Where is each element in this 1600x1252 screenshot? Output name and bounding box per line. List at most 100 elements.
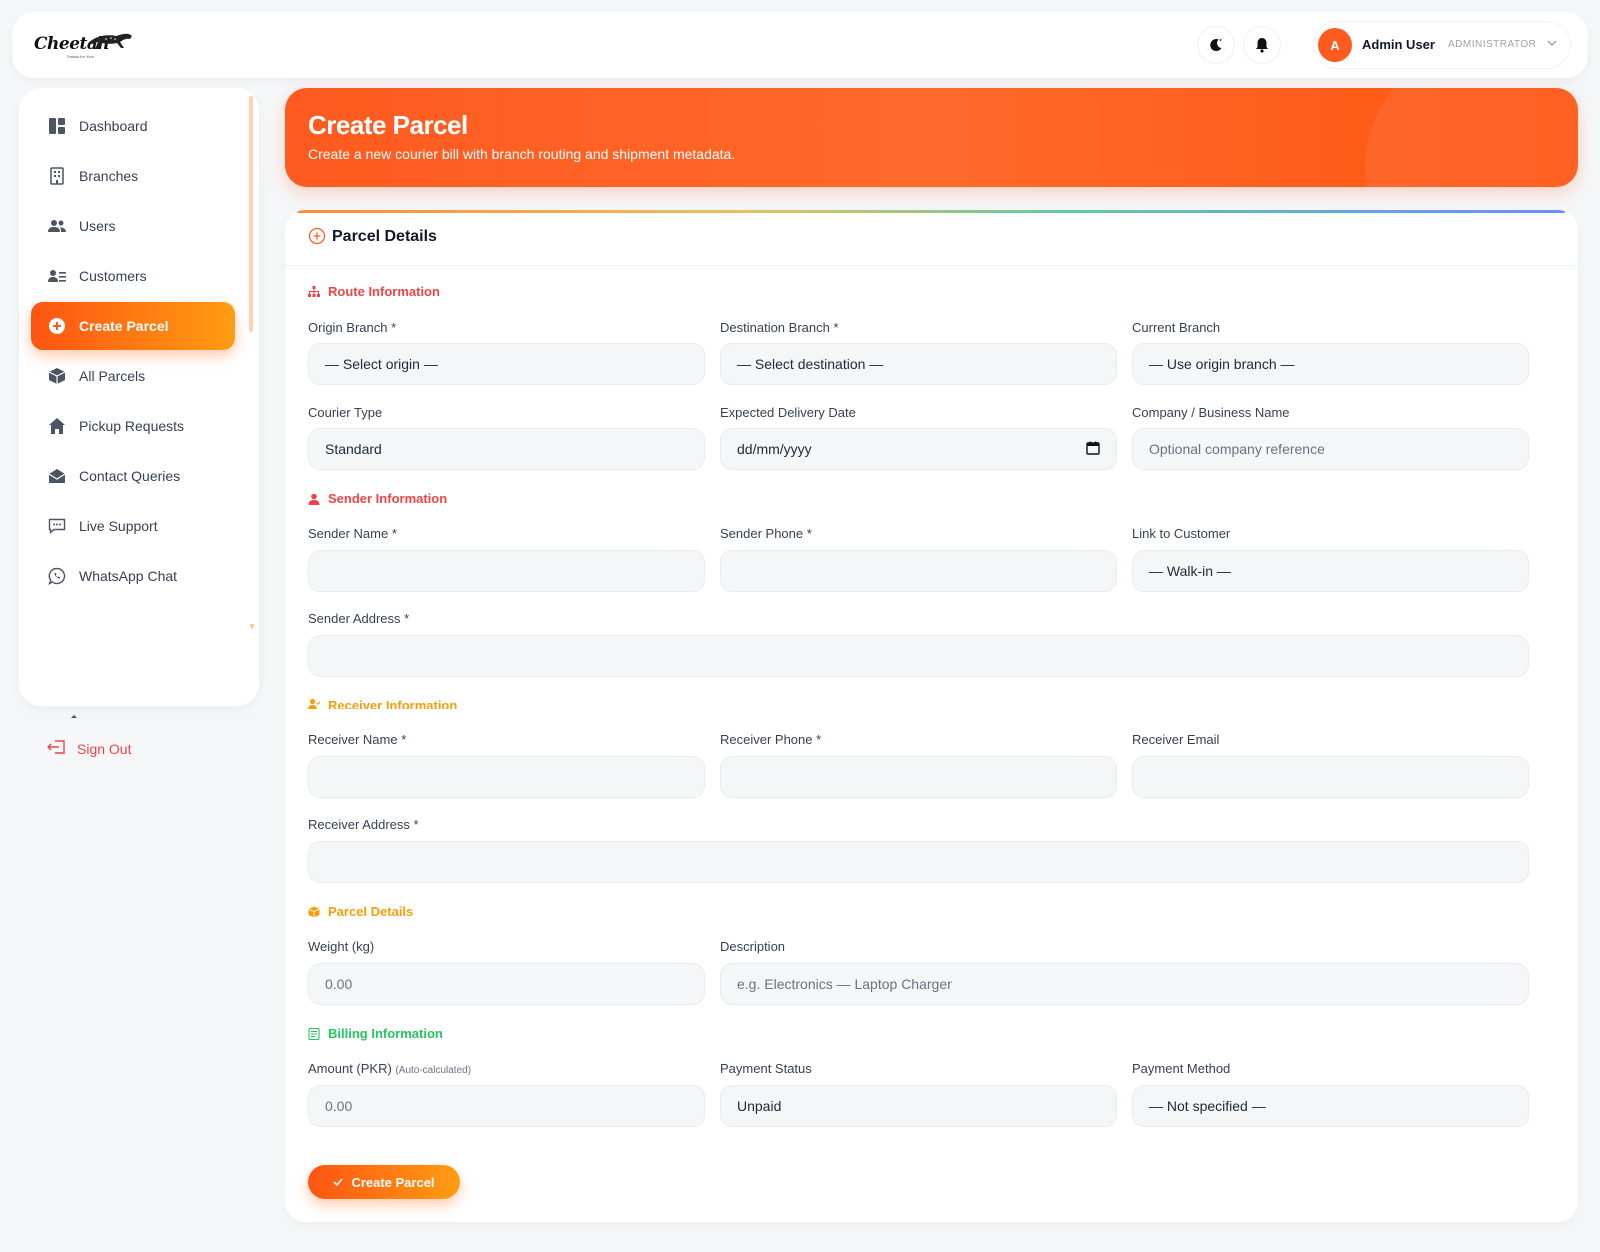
courier-type-select[interactable]: Standard <box>308 428 705 470</box>
section-title: Parcel Details <box>328 904 414 919</box>
sidebar-item-label: Pickup Requests <box>79 418 185 434</box>
sidebar-item-label: Branches <box>79 168 139 184</box>
payment-method-label: Payment Method <box>1132 1061 1231 1076</box>
sidebar-item-label: Contact Queries <box>79 468 181 484</box>
sidebar-item-dashboard[interactable]: Dashboard <box>31 104 235 148</box>
scroll-down-arrow-icon[interactable]: ▼ <box>248 622 256 631</box>
section-title: Receiver Information <box>328 698 458 709</box>
amount-input[interactable]: 0.00 <box>308 1085 705 1127</box>
user-name: Admin User <box>1362 37 1435 52</box>
description-input[interactable]: e.g. Electronics — Laptop Charger <box>720 963 1529 1005</box>
page-header-banner: Create Parcel Create a new courier bill … <box>285 88 1578 187</box>
receiver-phone-input[interactable] <box>720 756 1117 798</box>
sidebar-scrollbar[interactable] <box>249 96 253 332</box>
card-accent-line <box>297 210 1565 213</box>
receiver-name-input[interactable] <box>308 756 705 798</box>
page-title: Create Parcel <box>308 110 468 140</box>
box-icon <box>47 366 67 386</box>
user-role: ADMINISTRATOR <box>1448 39 1537 50</box>
logo-tagline: Thanks for Your <box>66 54 95 59</box>
company-name-input[interactable]: Optional company reference <box>1132 428 1529 470</box>
app-logo[interactable]: Cheetah Thanks for Your <box>34 28 134 64</box>
sidebar-item-branches[interactable]: Branches <box>31 154 235 198</box>
card-header: Parcel Details <box>285 210 1578 266</box>
bell-icon <box>1256 38 1268 53</box>
home-icon <box>47 416 67 436</box>
payment-status-label: Payment Status <box>720 1061 812 1076</box>
sidebar-item-label: Live Support <box>79 518 158 534</box>
sidebar-item-label: Users <box>79 218 116 234</box>
sidebar-item-label: All Parcels <box>79 368 146 384</box>
create-parcel-button-label: Create Parcel <box>351 1174 435 1190</box>
section-route-information: Route Information <box>308 284 440 299</box>
receiver-phone-label: Receiver Phone * <box>720 732 822 747</box>
sidebar-item-live-support[interactable]: Live Support <box>31 504 235 548</box>
amount-label: Amount (PKR) (Auto-calculated) <box>308 1061 471 1076</box>
sidebar-item-whatsapp-chat[interactable]: WhatsApp Chat <box>31 554 235 598</box>
section-sender-information: Sender Information <box>308 491 447 506</box>
chevron-down-icon <box>1547 40 1557 46</box>
user-check-icon <box>308 698 320 709</box>
origin-branch-label: Origin Branch * <box>308 320 397 335</box>
receiver-address-input[interactable] <box>308 841 1529 883</box>
courier-type-label: Courier Type <box>308 405 383 420</box>
receiver-email-input[interactable] <box>1132 756 1529 798</box>
origin-branch-select[interactable]: — Select origin — <box>308 343 705 385</box>
top-bar: Cheetah Thanks for Your A Admin User ADM… <box>12 12 1588 78</box>
sidebar-item-contact-queries[interactable]: Contact Queries <box>31 454 235 498</box>
page-subtitle: Create a new courier bill with branch ro… <box>308 146 736 162</box>
expected-delivery-label: Expected Delivery Date <box>720 405 856 420</box>
receipt-icon <box>308 1027 320 1040</box>
chat-icon <box>47 516 67 536</box>
sidebar-item-label: Create Parcel <box>79 318 169 334</box>
destination-branch-select[interactable]: — Select destination — <box>720 343 1117 385</box>
sender-name-input[interactable] <box>308 550 705 592</box>
sidebar-item-users[interactable]: Users <box>31 204 235 248</box>
sidebar-item-all-parcels[interactable]: All Parcels <box>31 354 235 398</box>
expected-delivery-date-input[interactable]: dd/mm/yyyy <box>720 428 1117 470</box>
calendar-icon[interactable] <box>1086 441 1100 455</box>
avatar: A <box>1318 28 1352 62</box>
sender-name-label: Sender Name * <box>308 526 397 541</box>
section-parcel-details: Parcel Details <box>308 904 413 919</box>
link-customer-select[interactable]: — Walk-in — <box>1132 550 1529 592</box>
sender-address-input[interactable] <box>308 635 1529 677</box>
sidebar-item-create-parcel[interactable]: Create Parcel <box>31 302 235 350</box>
payment-method-select[interactable]: — Not specified — <box>1132 1085 1529 1127</box>
section-title: Billing Information <box>328 1026 443 1041</box>
section-title: Route Information <box>328 284 440 299</box>
theme-toggle-button[interactable] <box>1198 27 1234 63</box>
cheetah-logo-icon <box>88 33 132 49</box>
amount-auto-note: (Auto-calculated) <box>395 1065 472 1076</box>
notifications-button[interactable] <box>1244 27 1280 63</box>
user-icon <box>308 493 320 505</box>
description-label: Description <box>720 939 786 954</box>
section-receiver-information: Receiver Information <box>308 698 457 709</box>
check-icon <box>333 1175 344 1190</box>
sidebar-item-pickup-requests[interactable]: Pickup Requests <box>31 404 235 448</box>
payment-status-select[interactable]: Unpaid <box>720 1085 1117 1127</box>
weight-input[interactable]: 0.00 <box>308 963 705 1005</box>
parcel-form-card: Parcel Details Route Information Origin … <box>285 210 1578 1222</box>
building-icon <box>47 166 67 186</box>
sign-out-button[interactable]: Sign Out <box>47 740 131 757</box>
current-branch-label: Current Branch <box>1132 320 1221 335</box>
sidebar-item-customers[interactable]: Customers <box>31 254 235 298</box>
sender-phone-input[interactable] <box>720 550 1117 592</box>
users-icon <box>47 216 67 236</box>
customers-icon <box>47 266 67 286</box>
section-title: Sender Information <box>328 491 448 506</box>
user-menu[interactable]: A Admin User ADMINISTRATOR <box>1314 22 1570 68</box>
link-customer-label: Link to Customer <box>1132 526 1231 541</box>
create-parcel-button[interactable]: Create Parcel <box>308 1165 460 1199</box>
plus-circle-icon <box>308 227 326 245</box>
sender-phone-label: Sender Phone * <box>720 526 812 541</box>
mail-icon <box>47 466 67 486</box>
box-icon <box>308 906 320 918</box>
weight-label: Weight (kg) <box>308 939 375 954</box>
moon-icon <box>1210 39 1222 52</box>
plus-circle-icon <box>47 316 67 336</box>
current-branch-select[interactable]: — Use origin branch — <box>1132 343 1529 385</box>
receiver-email-label: Receiver Email <box>1132 732 1220 747</box>
section-billing-information: Billing Information <box>308 1026 443 1041</box>
